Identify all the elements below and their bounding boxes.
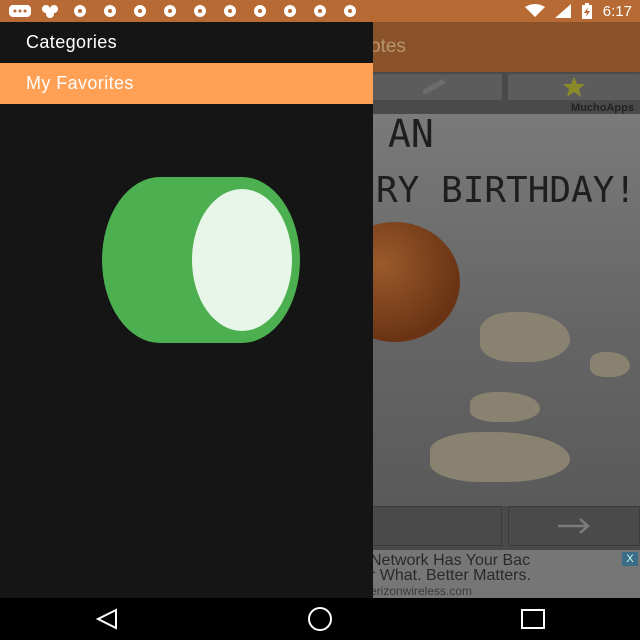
star-icon (563, 77, 585, 97)
credit-label: MuchoApps (571, 102, 634, 114)
soccer-ball-icon (164, 5, 176, 17)
previous-button[interactable] (370, 506, 502, 546)
system-icons: 6:17 (524, 2, 632, 20)
ad-banner[interactable]: Network Has Your Bac r What. Better Matt… (370, 550, 640, 598)
card-text-line1: AN (388, 112, 434, 156)
home-icon (307, 607, 332, 631)
soccer-ball-icon (194, 5, 206, 17)
app-title: otes (370, 36, 406, 57)
edit-tab[interactable] (370, 74, 502, 100)
drawer-item-my-favorites[interactable]: My Favorites (0, 63, 373, 104)
shell-fragment (470, 392, 540, 422)
signal-icon (554, 4, 571, 18)
notification-icons (8, 4, 362, 18)
app-cluster-icon (42, 5, 58, 18)
ad-tagline: r What. Better Matters. (370, 567, 531, 584)
shell-fragment (590, 352, 630, 377)
navigation-drawer: Categories My Favorites (0, 22, 373, 598)
messenger-icon (9, 5, 31, 17)
ad-url: erizonwireless.com (370, 584, 473, 598)
soccer-ball-icon (104, 5, 116, 17)
drawer-item-categories[interactable]: Categories (0, 22, 373, 63)
shell-fragment (430, 432, 570, 482)
soccer-ball-icon (224, 5, 236, 17)
recents-icon (521, 609, 546, 629)
drawer-item-label: Categories (26, 32, 118, 52)
system-navigation-bar (0, 598, 640, 640)
card-navigation (370, 506, 640, 546)
home-button[interactable] (290, 598, 350, 640)
drawer-item-label: My Favorites (26, 73, 134, 93)
recents-button[interactable] (503, 598, 563, 640)
favorite-tab[interactable] (508, 74, 640, 100)
toggle-switch-icon[interactable] (100, 175, 302, 345)
clock: 6:17 (602, 2, 632, 20)
pencil-icon (422, 79, 446, 95)
soccer-ball-icon (284, 5, 296, 17)
status-bar: 6:17 (0, 0, 640, 22)
screen: 6:17 otes MuchoApps AN RY BIRTHDAY! Netw… (0, 0, 640, 640)
soccer-ball-icon (134, 5, 146, 17)
soccer-ball-icon (314, 5, 326, 17)
wifi-icon (524, 4, 545, 17)
arrow-right-icon (558, 518, 590, 534)
back-button[interactable] (77, 598, 137, 640)
card-text-line2: RY BIRTHDAY! (376, 170, 637, 211)
soccer-ball-icon (254, 5, 266, 17)
app-tabs (370, 74, 640, 100)
shell-fragment (480, 312, 570, 362)
soccer-ball-icon (74, 5, 86, 17)
back-icon (95, 608, 117, 630)
battery-charging-icon (581, 3, 592, 19)
soccer-ball-icon (344, 5, 356, 17)
next-button[interactable] (508, 506, 640, 546)
ad-close-button[interactable]: X (622, 552, 638, 566)
